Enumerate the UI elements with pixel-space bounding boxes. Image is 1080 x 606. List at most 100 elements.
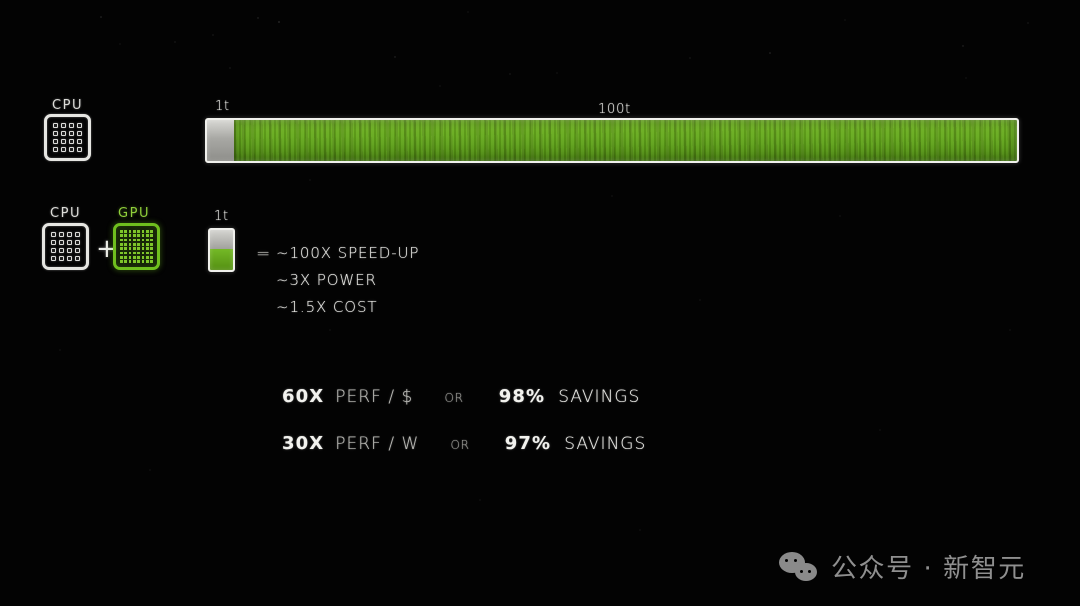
savings-percent-value: 97% <box>504 433 552 454</box>
cpu-chip-row2 <box>42 223 89 270</box>
chip-cell <box>141 242 145 246</box>
chip-cell <box>141 238 145 242</box>
chip-cell <box>128 230 132 233</box>
gpu-time-bar-outline <box>208 228 235 272</box>
chip-cell <box>145 230 149 233</box>
chip-cell <box>124 255 128 259</box>
cpu-chip-row1 <box>44 114 91 161</box>
chip-cell <box>120 260 123 263</box>
savings-metric-value: 60X <box>282 386 325 407</box>
chip-cell <box>124 260 128 263</box>
savings-metric-value: 30X <box>282 433 325 454</box>
savings-conjunction: OR <box>444 391 464 405</box>
gpu-chip <box>113 223 160 270</box>
chip-cell <box>75 240 80 245</box>
savings-row-perf-watt: 30X PERF / W OR 97% SAVINGS <box>282 433 646 454</box>
chip-cell <box>132 255 136 259</box>
chip-cell <box>132 242 136 246</box>
bar-outline <box>205 118 1019 163</box>
chip-cell <box>69 147 74 152</box>
chip-cell <box>145 260 149 263</box>
chip-cell <box>75 232 80 237</box>
chip-cell <box>141 230 145 233</box>
speedup-bar <box>205 118 1019 163</box>
chip-cell <box>132 260 136 263</box>
chip-cell <box>120 247 123 251</box>
chip-cell <box>77 131 82 136</box>
chip-cell <box>137 260 141 263</box>
chip-cell <box>137 242 141 246</box>
chip-cell <box>137 234 141 238</box>
chip-cell <box>141 234 145 238</box>
chip-cell <box>124 230 128 233</box>
chip-cell <box>77 123 82 128</box>
chip-cell <box>150 251 153 255</box>
chip-cell <box>150 242 153 246</box>
chip-cell <box>137 247 141 251</box>
chip-cell <box>61 139 66 144</box>
chip-cell <box>61 123 66 128</box>
chip-cell <box>53 123 58 128</box>
slide-canvas: CPU 1t 100t CPU GPU + 1t = ~100X SPEED-U… <box>0 0 1080 606</box>
chip-cell <box>145 234 149 238</box>
bar-start-label-1t: 1t <box>215 99 230 114</box>
chip-cell <box>120 234 123 238</box>
chip-cell <box>59 256 64 261</box>
savings-metric-unit: PERF / W <box>335 434 420 454</box>
chip-cell <box>51 248 56 253</box>
chip-cell <box>67 256 72 261</box>
chip-cell <box>61 131 66 136</box>
chip-cell <box>128 238 132 242</box>
cpu-label-row2: CPU <box>50 206 82 221</box>
chip-cell <box>53 147 58 152</box>
chip-cell <box>120 230 123 233</box>
savings-percent-label: SAVINGS <box>558 387 641 407</box>
small-bar-label-1t: 1t <box>214 209 229 224</box>
chip-cell <box>141 260 145 263</box>
chip-cell <box>132 251 136 255</box>
bar-end-label-100t: 100t <box>598 102 632 117</box>
chip-cell <box>53 131 58 136</box>
chip-cell <box>51 256 56 261</box>
result-power: ~3X POWER <box>276 271 377 289</box>
gpu-label-row2: GPU <box>118 206 151 221</box>
chip-cell <box>75 248 80 253</box>
chip-cell <box>124 242 128 246</box>
chip-cell <box>132 247 136 251</box>
savings-percent-label: SAVINGS <box>564 434 647 454</box>
savings-percent-value: 98% <box>498 386 546 407</box>
chip-cell <box>69 139 74 144</box>
chip-cell <box>77 139 82 144</box>
chip-cell <box>67 240 72 245</box>
result-cost: ~1.5X COST <box>276 298 378 316</box>
chip-cell <box>145 247 149 251</box>
chip-cell <box>150 260 153 263</box>
chip-cell <box>137 238 141 242</box>
chip-cell <box>128 247 132 251</box>
savings-row-perf-dollar: 60X PERF / $ OR 98% SAVINGS <box>282 386 640 407</box>
chip-cell <box>137 251 141 255</box>
chip-cell <box>132 238 136 242</box>
chip-cell <box>59 232 64 237</box>
wechat-icon <box>779 550 819 584</box>
chip-cell <box>132 230 136 233</box>
chip-cell <box>145 251 149 255</box>
chip-cell <box>124 251 128 255</box>
chip-cell <box>137 230 141 233</box>
chip-cell <box>128 242 132 246</box>
chip-cell <box>120 242 123 246</box>
chip-cell <box>150 234 153 238</box>
chip-cell <box>53 139 58 144</box>
chip-cell <box>137 255 141 259</box>
chip-cell <box>145 242 149 246</box>
chip-cell <box>150 247 153 251</box>
chip-cell <box>145 255 149 259</box>
chip-cell <box>75 256 80 261</box>
chip-cell <box>128 255 132 259</box>
chip-cell <box>120 238 123 242</box>
chip-cell <box>67 248 72 253</box>
chip-cell <box>61 147 66 152</box>
equals-symbol: = <box>256 244 272 264</box>
savings-conjunction: OR <box>450 438 470 452</box>
chip-cell <box>77 147 82 152</box>
